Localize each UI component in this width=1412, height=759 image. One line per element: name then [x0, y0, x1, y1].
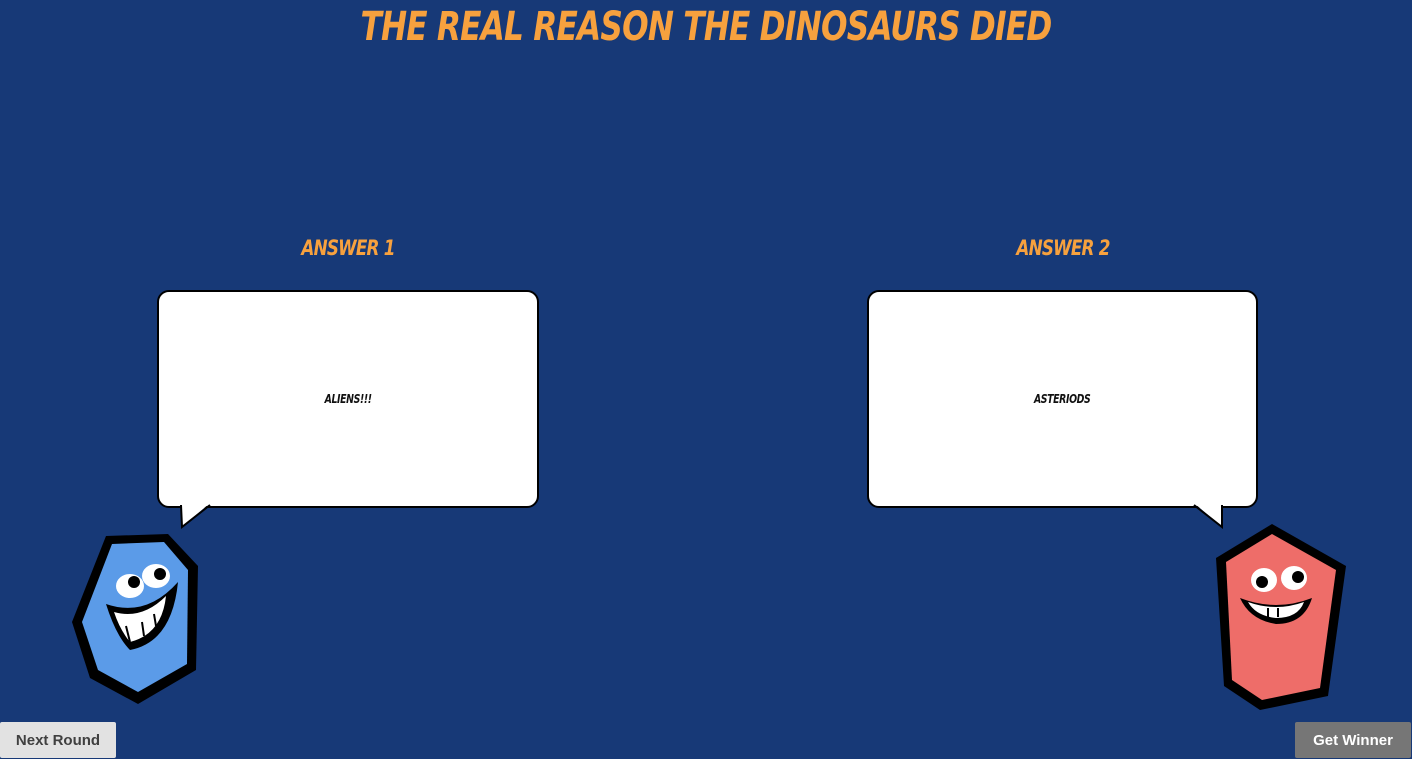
answer-1-heading: ANSWER 1 [301, 236, 395, 260]
answer-1-text: ALIENS!!! [324, 392, 372, 406]
answer-1-bubble-tail [180, 503, 211, 529]
next-round-button[interactable]: Next Round [0, 722, 116, 758]
page-title: THE REAL REASON THE DINOSAURS DIED [360, 4, 1052, 50]
answer-2-speech-bubble[interactable]: ASTERIODS [867, 290, 1258, 508]
answer-1-speech-bubble[interactable]: ALIENS!!! [157, 290, 539, 508]
blue-creature-avatar [72, 534, 198, 704]
red-creature-avatar [1216, 524, 1346, 710]
answer-2-heading: ANSWER 2 [1016, 236, 1110, 260]
answer-2-text: ASTERIODS [1034, 392, 1091, 406]
get-winner-button[interactable]: Get Winner [1295, 722, 1411, 758]
